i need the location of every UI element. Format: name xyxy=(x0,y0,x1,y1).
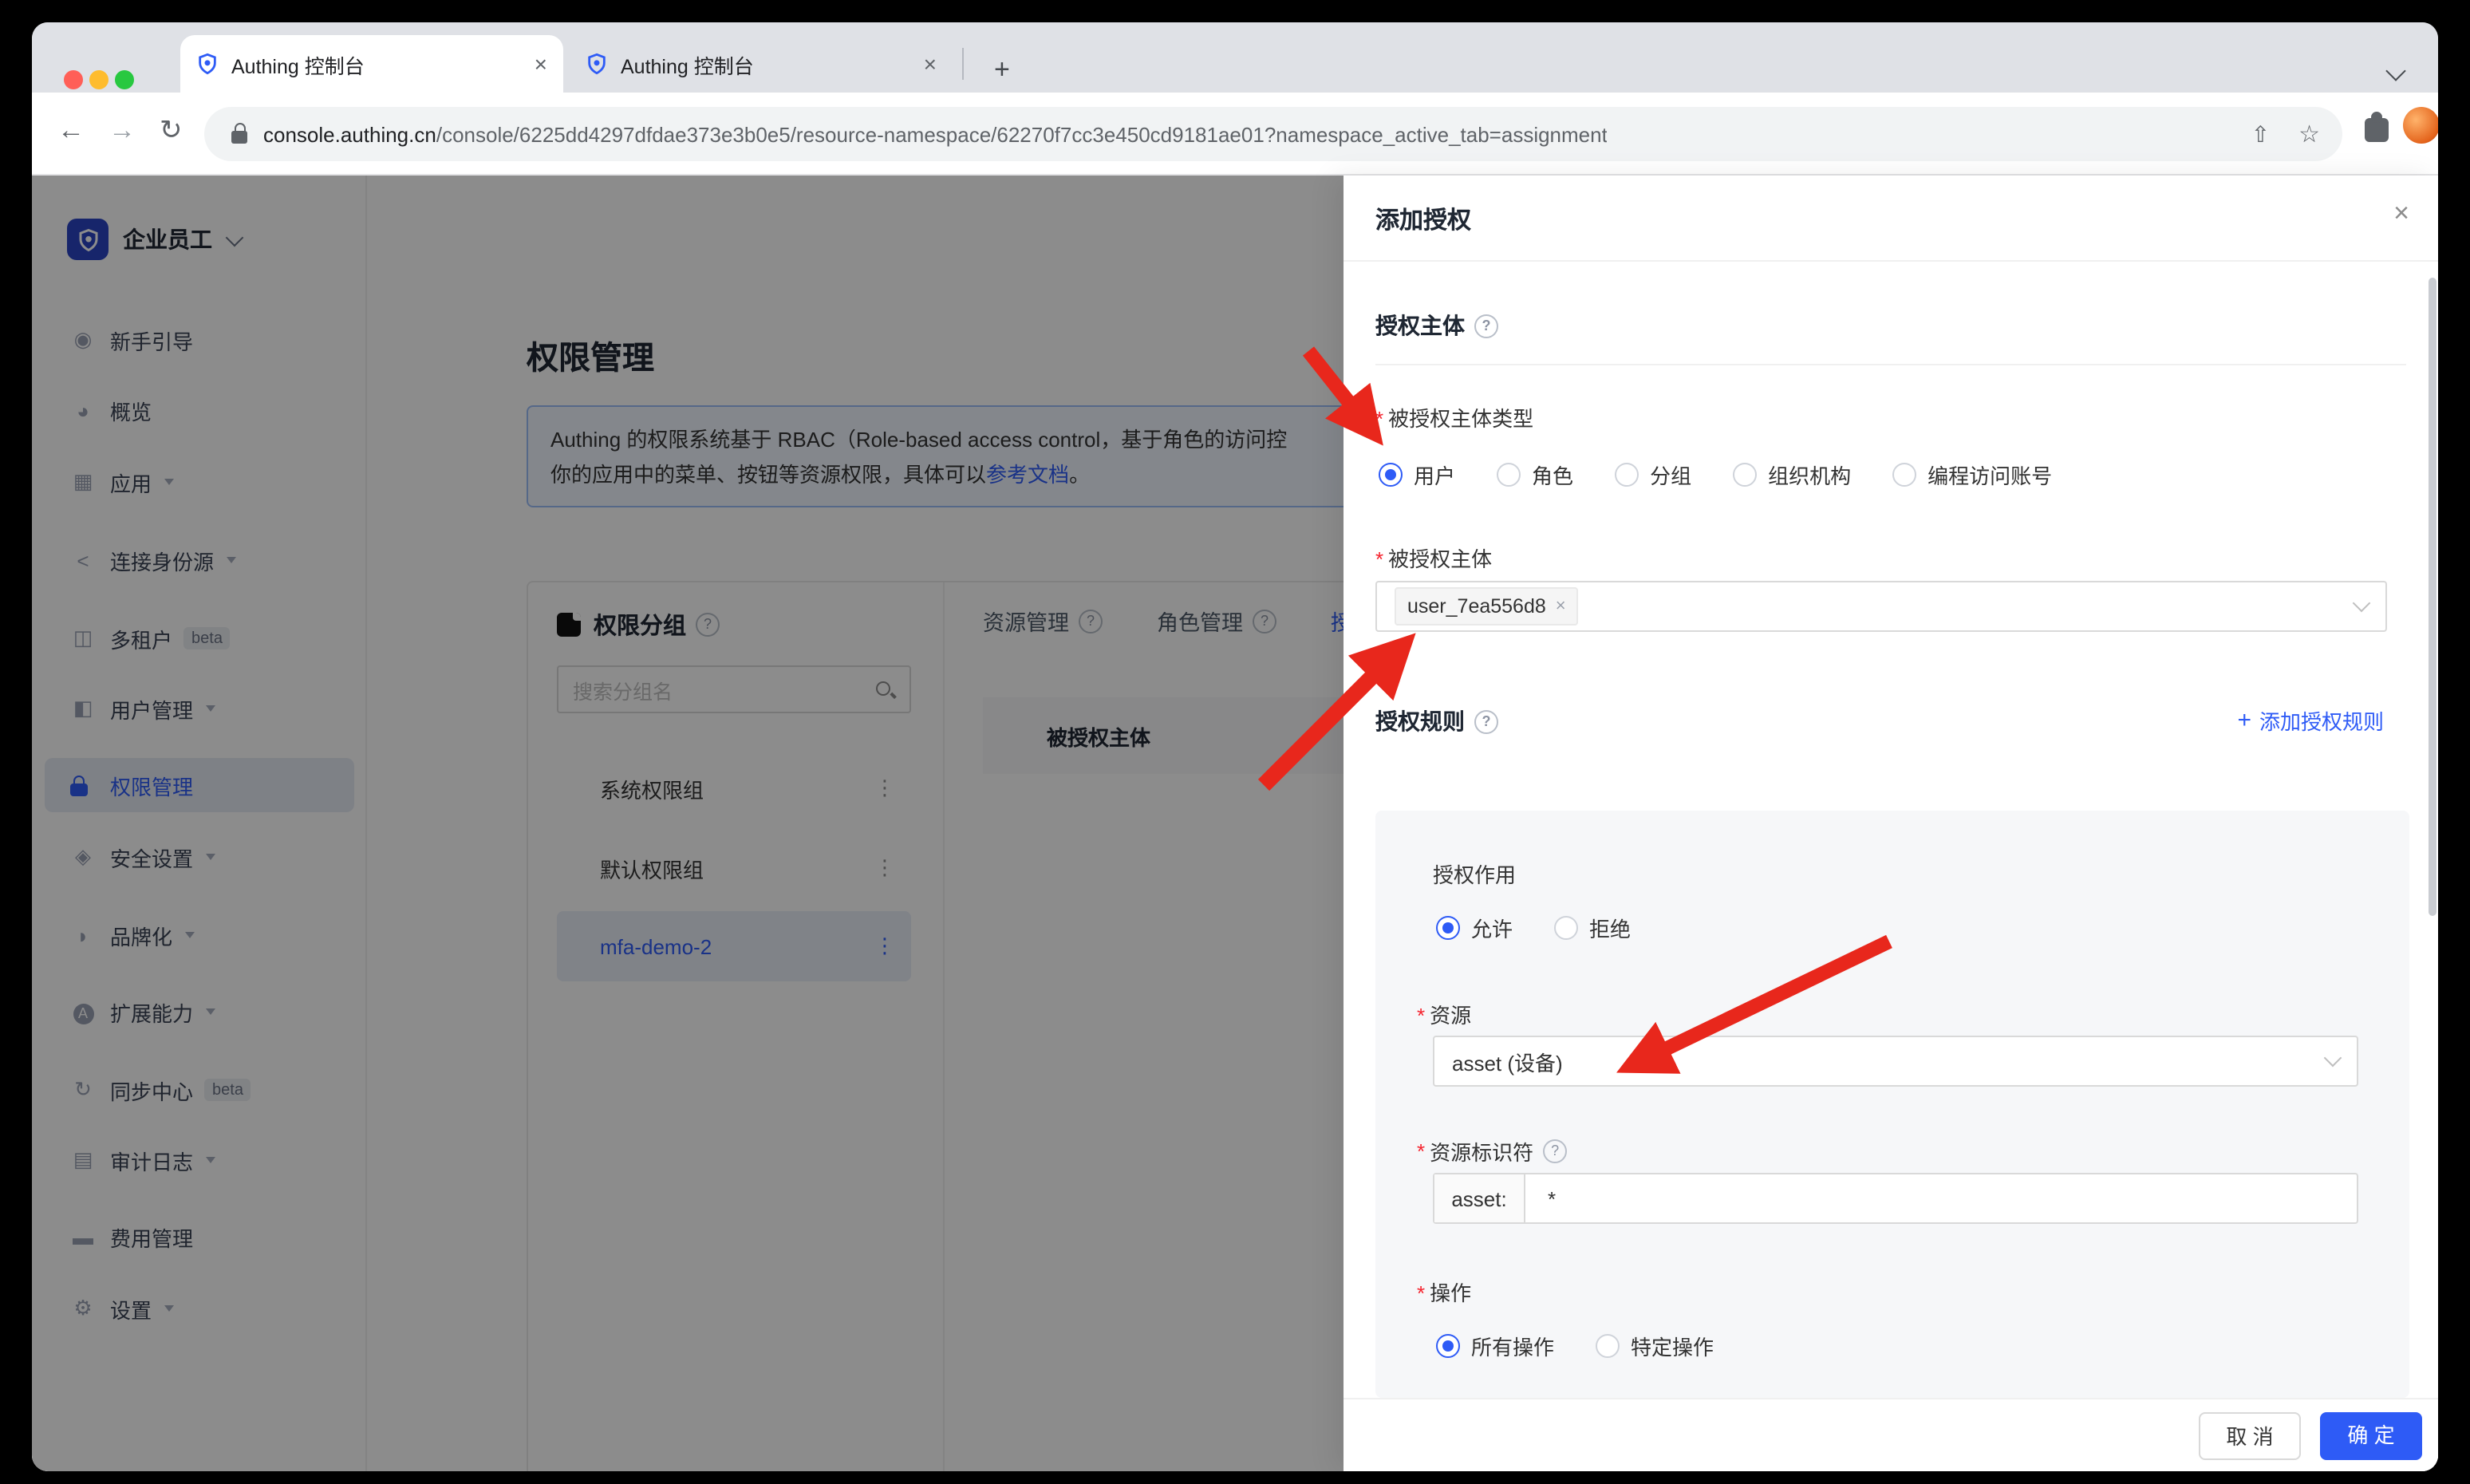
action-radio-group: 所有操作 特定操作 xyxy=(1436,1331,1755,1361)
radio-specific-actions[interactable]: 特定操作 xyxy=(1596,1331,1714,1361)
forward-button[interactable]: → xyxy=(109,115,136,147)
identifier-input-group: asset: * xyxy=(1433,1173,2358,1224)
tab-authing-active[interactable]: Authing 控制台 × xyxy=(180,35,563,93)
favicon-shield-icon xyxy=(196,53,219,75)
select-chevron-icon xyxy=(2324,1049,2342,1068)
radio-deny[interactable]: 拒绝 xyxy=(1554,913,1631,943)
tab-divider xyxy=(962,48,964,80)
profile-avatar[interactable] xyxy=(2403,107,2438,144)
select-chevron-icon xyxy=(2353,594,2371,613)
minimize-window-button[interactable] xyxy=(89,70,109,89)
url-domain: console.authing.cn xyxy=(263,122,436,146)
browser-toolbar: ← → ↻ console.authing.cn/console/6225dd4… xyxy=(32,93,2438,176)
zoom-window-button[interactable] xyxy=(115,70,134,89)
required-asterisk: * xyxy=(1375,407,1383,431)
radio-icon[interactable] xyxy=(1554,916,1578,940)
favicon-shield-icon xyxy=(586,53,608,75)
https-lock-icon xyxy=(231,131,247,144)
tab-title: Authing 控制台 xyxy=(231,49,522,79)
cancel-button[interactable]: 取 消 xyxy=(2199,1412,2301,1460)
tab-title: Authing 控制台 xyxy=(621,49,911,79)
identifier-input[interactable]: * xyxy=(1525,1174,2357,1222)
radio-role[interactable]: 角色 xyxy=(1497,460,1573,490)
section-divider xyxy=(1375,364,2406,365)
close-window-button[interactable] xyxy=(64,70,83,89)
radio-icon[interactable] xyxy=(1596,1334,1620,1358)
subject-select[interactable]: user_7ea556d8× xyxy=(1375,581,2387,632)
tab-close-icon[interactable]: × xyxy=(924,51,937,77)
action-label: *操作 xyxy=(1417,1277,1471,1307)
tab-close-icon[interactable]: × xyxy=(535,51,547,77)
tag-remove-icon[interactable]: × xyxy=(1556,597,1566,616)
radio-allow[interactable]: 允许 xyxy=(1436,913,1513,943)
share-icon[interactable]: ⇧ xyxy=(2251,120,2270,148)
tab-authing-inactive[interactable]: Authing 控制台 × xyxy=(570,35,953,93)
new-tab-button[interactable]: + xyxy=(994,54,1010,86)
radio-icon[interactable] xyxy=(1892,463,1916,487)
radio-all-actions[interactable]: 所有操作 xyxy=(1436,1331,1554,1361)
radio-group[interactable]: 分组 xyxy=(1615,460,1691,490)
radio-icon[interactable] xyxy=(1733,463,1757,487)
resource-label: *资源 xyxy=(1417,999,1471,1029)
address-bar[interactable]: console.authing.cn/console/6225dd4297dfd… xyxy=(204,107,2342,161)
radio-user[interactable]: 用户 xyxy=(1379,460,1455,490)
confirm-button[interactable]: 确 定 xyxy=(2320,1412,2422,1460)
subject-label: *被授权主体 xyxy=(1375,543,1492,573)
resource-select[interactable]: asset (设备) xyxy=(1433,1036,2358,1087)
identifier-prefix-addon: asset: xyxy=(1434,1174,1525,1222)
drawer-close-icon[interactable]: × xyxy=(2393,198,2409,230)
add-authorization-drawer: 添加授权 × 授权主体? *被授权主体类型 用户 角色 分组 组 xyxy=(1344,176,2438,1471)
back-button[interactable]: ← xyxy=(57,115,85,147)
subject-type-radio-group: 用户 角色 分组 组织机构 编程访问账号 xyxy=(1379,460,2093,490)
subject-section-title: 授权主体? xyxy=(1375,310,2406,341)
drawer-header: 添加授权 × xyxy=(1344,176,2438,262)
radio-icon[interactable] xyxy=(1436,1334,1460,1358)
rule-card: 授权作用 允许 拒绝 *资源 asset (设备) *资源标识符? xyxy=(1375,811,2409,1398)
subject-tag: user_7ea556d8× xyxy=(1395,587,1579,626)
url-path: /console/6225dd4297dfdae373e3b0e5/resour… xyxy=(436,122,1608,146)
browser-window: Authing 控制台 × Authing 控制台 × + ← → ↻ cons… xyxy=(32,22,2438,1471)
radio-icon[interactable] xyxy=(1497,463,1521,487)
resource-value: asset (设备) xyxy=(1452,1046,1563,1076)
page-viewport: 企业员工 ◉新手引导◕概览▦应用<连接身份源◫多租户beta◧用户管理权限管理◈… xyxy=(32,176,2438,1471)
drawer-scrollbar[interactable] xyxy=(2429,278,2436,916)
radio-icon[interactable] xyxy=(1615,463,1639,487)
modal-mask[interactable] xyxy=(32,176,1344,1471)
effect-label: 授权作用 xyxy=(1433,858,1516,889)
bookmark-star-icon[interactable]: ☆ xyxy=(2298,120,2320,148)
effect-radio-group: 允许 拒绝 xyxy=(1436,913,1672,943)
help-icon[interactable]: ? xyxy=(1474,709,1498,733)
url-text[interactable]: console.authing.cn/console/6225dd4297dfd… xyxy=(263,122,1608,146)
rules-section-title: 授权规则? xyxy=(1375,705,1498,737)
plus-icon: + xyxy=(2237,707,2251,734)
radio-icon[interactable] xyxy=(1436,916,1460,940)
extensions-icon[interactable] xyxy=(2365,118,2389,142)
drawer-body: 授权主体? *被授权主体类型 用户 角色 分组 组织机构 编程访问账号 * xyxy=(1375,310,2406,341)
help-icon[interactable]: ? xyxy=(1474,314,1498,337)
add-rule-link[interactable]: +添加授权规则 xyxy=(2237,705,2384,736)
radio-icon[interactable] xyxy=(1379,463,1403,487)
tab-search-chevron-icon[interactable] xyxy=(2385,61,2405,81)
subject-type-label: *被授权主体类型 xyxy=(1375,402,1533,432)
radio-organization[interactable]: 组织机构 xyxy=(1733,460,1851,490)
screenshot-stage: Authing 控制台 × Authing 控制台 × + ← → ↻ cons… xyxy=(0,0,2470,1484)
drawer-footer: 取 消 确 定 xyxy=(1344,1398,2438,1471)
help-icon[interactable]: ? xyxy=(1543,1139,1567,1163)
drawer-title: 添加授权 xyxy=(1375,203,1471,236)
tab-strip: Authing 控制台 × Authing 控制台 × + xyxy=(32,22,2438,93)
reload-button[interactable]: ↻ xyxy=(160,115,183,147)
radio-programmatic-account[interactable]: 编程访问账号 xyxy=(1892,460,2052,490)
identifier-label: *资源标识符? xyxy=(1417,1136,1567,1166)
